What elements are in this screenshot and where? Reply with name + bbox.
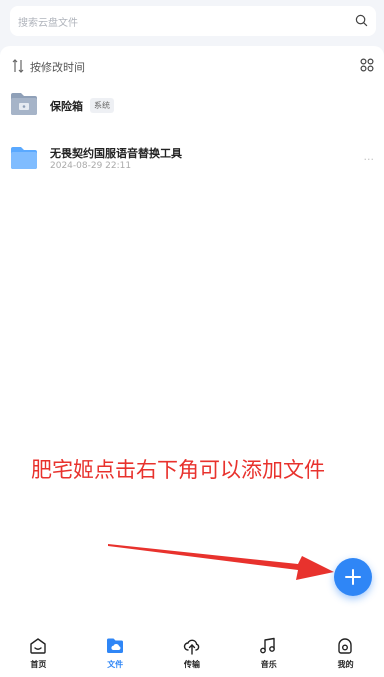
tab-label: 音乐: [260, 660, 277, 669]
annotation-text: 肥宅姬点击右下角可以添加文件: [31, 458, 325, 482]
system-badge: 系统: [90, 98, 114, 113]
sort-icon: [12, 59, 24, 73]
annotation-arrow: [108, 544, 334, 580]
tab-profile[interactable]: 我的: [307, 631, 384, 677]
list-item[interactable]: 无畏契约国服语音替换工具 2024-08-29 22:11 ···: [0, 138, 384, 182]
tab-label: 首页: [30, 660, 47, 669]
tab-label: 传输: [183, 660, 200, 669]
sort-label: 按修改时间: [30, 61, 85, 74]
file-name: 保险箱: [50, 100, 83, 113]
safe-folder-icon: [11, 93, 37, 115]
music-note-icon: [260, 637, 276, 654]
tab-label: 我的: [337, 660, 354, 669]
tab-music[interactable]: 音乐: [230, 631, 307, 677]
folder-icon: [11, 147, 37, 169]
file-name: 无畏契约国服语音替换工具: [50, 147, 182, 160]
folder-cloud-icon: [106, 638, 123, 653]
search-input[interactable]: 搜索云盘文件: [10, 6, 376, 36]
profile-icon: [338, 638, 352, 654]
tab-files[interactable]: 文件: [77, 631, 154, 677]
plus-icon: [345, 569, 361, 585]
home-icon: [30, 638, 46, 654]
grid-view-icon[interactable]: [360, 58, 374, 72]
bottom-tab-bar: 首页 文件 传输 音乐 我的: [0, 631, 384, 677]
tab-label: 文件: [107, 660, 124, 669]
search-area: 搜索云盘文件: [0, 0, 384, 46]
more-options-icon[interactable]: ···: [364, 153, 375, 166]
cloud-transfer-icon: [183, 639, 199, 655]
search-icon[interactable]: [355, 14, 368, 27]
file-date: 2024-08-29 22:11: [50, 161, 132, 171]
tab-transfer[interactable]: 传输: [154, 631, 231, 677]
add-file-button[interactable]: [334, 558, 372, 596]
tab-home[interactable]: 首页: [0, 631, 77, 677]
search-placeholder: 搜索云盘文件: [18, 18, 78, 29]
list-item[interactable]: 保险箱 系统: [0, 84, 384, 128]
